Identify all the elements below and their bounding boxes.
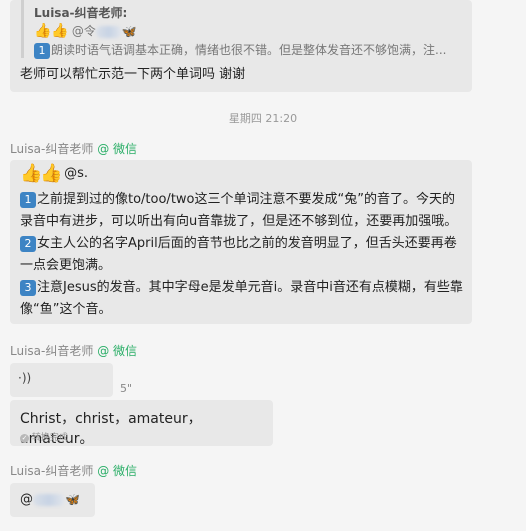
mention-text: @ — [20, 492, 33, 507]
voice-duration: 5" — [120, 382, 133, 395]
sender-wechat-tag: @ 微信 — [97, 344, 138, 358]
sender-wechat-tag: @ 微信 — [97, 464, 138, 478]
sender-name: Luisa-纠音老师 — [10, 344, 94, 358]
quote-sender: Luisa-纠音老师: — [34, 6, 128, 20]
feedback-item-1: 1 之前提到过的像to/too/two这三个单词注意不要发成“兔”的音了。今天的录… — [20, 189, 464, 233]
transcript-status-text: 转换完成 — [31, 433, 68, 443]
transcript-status: ✓ 转换完成 — [20, 430, 68, 443]
sender-wechat-tag: @ 微信 — [97, 142, 138, 156]
quote-line-2: 1 朗读时语气语调基本正确，情绪也很不错。但是整体发音还不够饱满，注... — [34, 41, 454, 59]
thumbs-up-icon: 👍 — [20, 163, 43, 184]
quote-mention: @令 — [71, 24, 96, 38]
sender-label: Luisa-纠音老师 @ 微信 — [10, 462, 137, 479]
butterfly-icon: 🦋 — [65, 492, 80, 507]
feedback-item-3: 3 注意Jesus的发音。其中字母e是发单元音i。录音中i音还有点模糊，有些靠像“… — [20, 277, 464, 321]
sender-label: Luisa-纠音老师 @ 微信 — [10, 342, 137, 359]
quote-block[interactable]: Luisa-纠音老师: 👍 👍 @令 🦋 1 朗读时语气语调基本正确，情绪也很不错。但… — [21, 0, 472, 59]
thumbs-up-icon: 👍 — [34, 23, 52, 39]
voice-message-bubble[interactable]: ·)) — [10, 363, 113, 397]
quoted-reply-bubble[interactable]: Luisa-纠音老师: 👍 👍 @令 🦋 1 朗读时语气语调基本正确，情绪也很不错。但… — [10, 0, 472, 92]
number-two-icon: 2 — [20, 235, 36, 252]
mention-line: 👍 👍 @s. — [20, 163, 89, 184]
voice-wave-icon: ·)) — [18, 371, 32, 385]
blurred-name — [95, 25, 122, 38]
quote-line-1: 👍 👍 @令 🦋 — [34, 22, 137, 39]
feedback-item-1-text: 之前提到过的像to/too/two这三个单词注意不要发成“兔”的音了。今天的录音… — [20, 192, 458, 229]
blurred-name — [33, 493, 65, 506]
thumbs-up-icon: 👍 — [51, 23, 69, 39]
number-one-icon: 1 — [34, 42, 50, 59]
sender-name: Luisa-纠音老师 — [10, 464, 94, 478]
mention-text: @s. — [64, 166, 89, 181]
thumbs-up-icon: 👍 — [40, 163, 63, 184]
check-icon: ✓ — [20, 434, 29, 443]
feedback-item-2-text: 女主人公的名字April后面的音节也比之前的发音明显了，但舌头还要再卷一点会更饱… — [20, 236, 457, 273]
feedback-message-bubble[interactable]: 👍 👍 @s. 1 之前提到过的像to/too/two这三个单词注意不要发成“兔”的… — [10, 160, 472, 324]
mention-line: @ 🦋 — [20, 492, 80, 507]
feedback-body: 1 之前提到过的像to/too/two这三个单词注意不要发成“兔”的音了。今天的录… — [20, 189, 464, 321]
message-text: 老师可以帮忙示范一下两个单词吗 谢谢 — [20, 67, 246, 82]
number-one-icon: 1 — [20, 191, 36, 208]
quote-text: 朗读时语气语调基本正确，情绪也很不错。但是整体发音还不够饱满，注... — [51, 43, 447, 57]
butterfly-icon: 🦋 — [121, 24, 137, 39]
mention-message-bubble[interactable]: @ 🦋 — [10, 483, 95, 517]
number-three-icon: 3 — [20, 279, 36, 296]
feedback-item-2: 2 女主人公的名字April后面的音节也比之前的发音明显了，但舌头还要再卷一点会更… — [20, 233, 464, 277]
time-divider: 星期四 21:20 — [228, 112, 298, 125]
voice-transcript-bubble[interactable]: Christ，christ，amateur，amateur。 ✓ 转换完成 — [10, 400, 273, 447]
feedback-item-3-text: 注意Jesus的发音。其中字母e是发单元音i。录音中i音还有点模糊，有些靠像“鱼… — [20, 280, 463, 317]
sender-label: Luisa-纠音老师 @ 微信 — [10, 140, 137, 157]
sender-name: Luisa-纠音老师 — [10, 142, 94, 156]
